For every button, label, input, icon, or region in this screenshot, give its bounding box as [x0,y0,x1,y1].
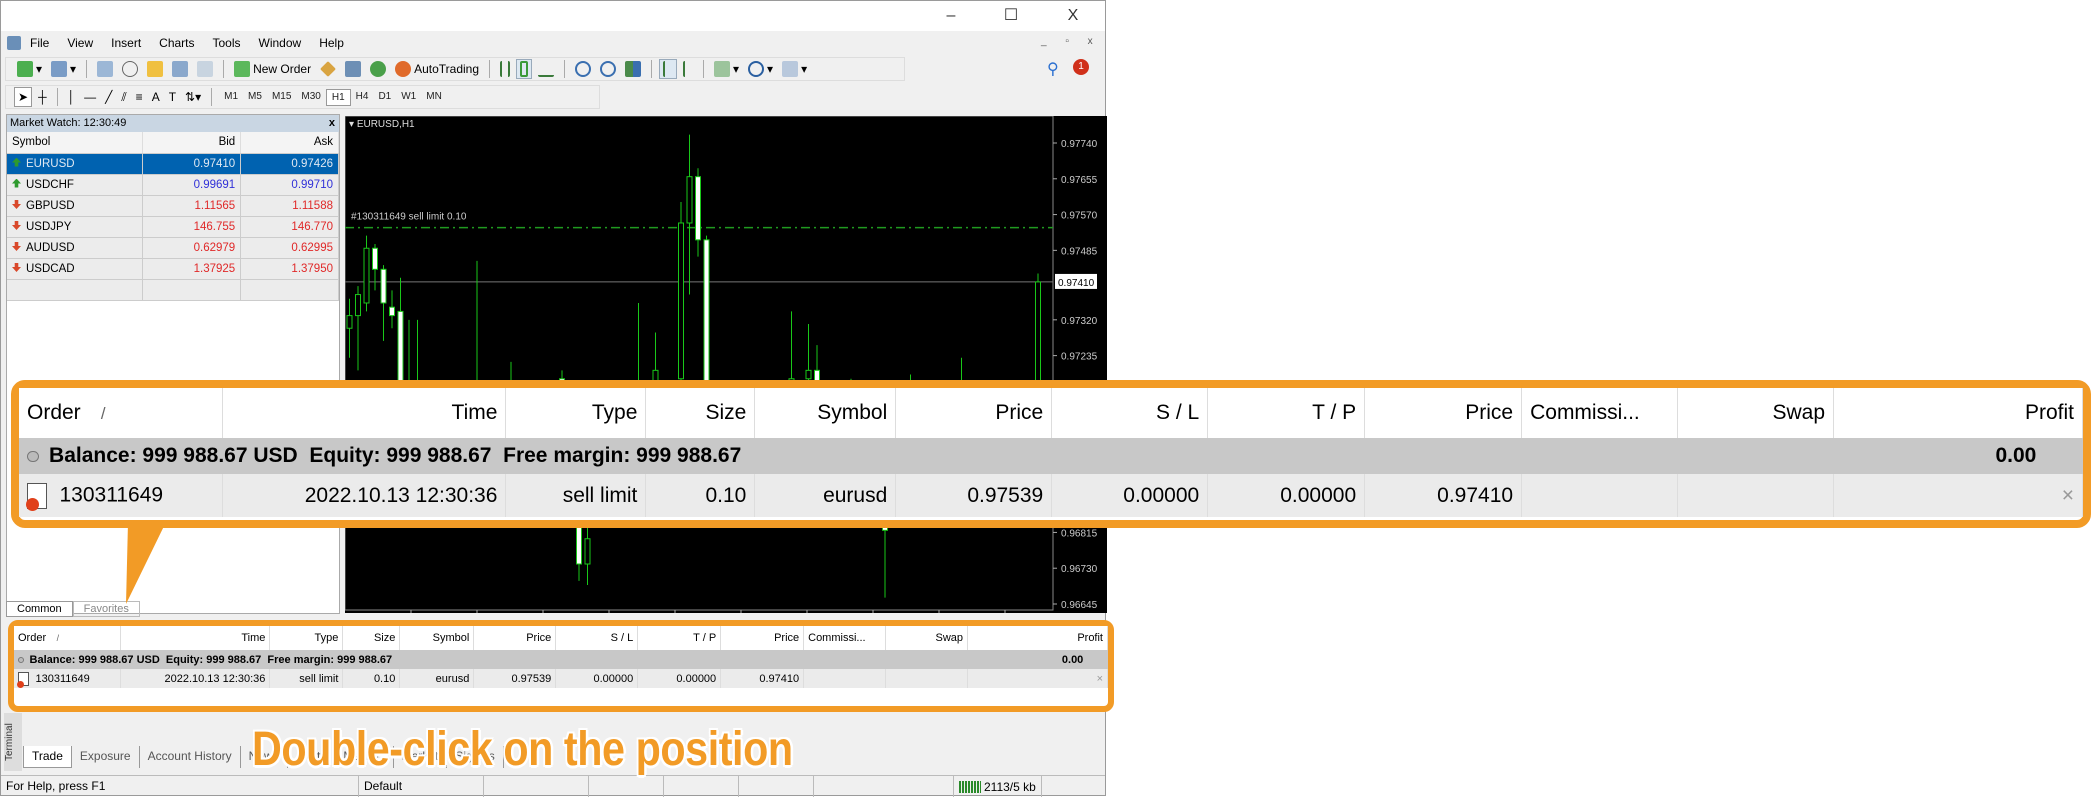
balance-summary: Balance: 999 988.67 USD Equity: 999 988.… [19,438,1834,474]
column-label: Type [591,401,638,424]
cur-price-value: 0.97410 [1437,483,1514,507]
column-label: Size [705,401,747,424]
price-value: 0.97539 [967,483,1044,507]
sort-indicator-icon: / [100,404,106,423]
balance-text: Balance: 999 988.67 USD Equity: 999 988.… [49,444,742,467]
column-label: T / P [1312,401,1357,424]
price-cell: 0.97539 [895,474,1053,517]
column-label: Profit [2024,401,2074,424]
column-label: Symbol [817,401,888,424]
pending-order-icon [26,482,47,511]
column-label: Price [995,401,1044,424]
column-cur-price[interactable]: Price [1364,388,1523,438]
column-order[interactable]: Order / [19,388,224,438]
order-cell: 130311649 [19,474,224,517]
type-value: sell limit [562,483,638,507]
column-label: Time [451,401,498,424]
balance-profit: 0.00 [1833,438,2083,474]
column-label: Swap [1772,401,1825,424]
swap-cell [1677,474,1834,517]
column-commission[interactable]: Commissi... [1521,388,1679,438]
time-value: 2022.10.13 12:30:36 [304,483,498,507]
order-row[interactable]: 130311649 2022.10.13 12:30:36 sell limit 0.… [19,474,2083,517]
commission-cell [1521,474,1679,517]
type-cell: sell limit [505,474,647,517]
symbol-value: eurusd [823,483,888,507]
close-order-icon[interactable]: × [2062,484,2074,507]
orders-table-zoomed: Order / Time Type Size Symbol Price S / L T / P P… [19,388,2083,517]
sl-cell: 0.00000 [1051,474,1209,517]
symbol-cell: eurusd [754,474,897,517]
column-tp[interactable]: T / P [1207,388,1366,438]
size-cell: 0.10 [645,474,756,517]
tp-cell: 0.00000 [1207,474,1366,517]
callout-arrow [126,522,166,604]
column-price[interactable]: Price [895,388,1053,438]
column-label: S / L [1155,401,1200,424]
column-label: Price [1465,401,1514,424]
cur-price-cell: 0.97410 [1364,474,1523,517]
header-row: Order / Time Type Size Symbol Price S / L T / P P… [19,388,2083,438]
column-profit[interactable]: Profit [1833,388,2083,438]
profit-cell: × [1833,474,2083,517]
column-label: Order [27,401,81,424]
balance-icon [27,450,39,463]
sl-value: 0.00000 [1123,483,1200,507]
column-type[interactable]: Type [505,388,647,438]
column-size[interactable]: Size [645,388,756,438]
size-value: 0.10 [705,483,747,507]
balance-row: Balance: 999 988.67 USD Equity: 999 988.… [19,438,2083,474]
time-cell: 2022.10.13 12:30:36 [222,474,507,517]
instruction-caption: Double-click on the position [252,723,793,776]
column-sl[interactable]: S / L [1051,388,1209,438]
column-time[interactable]: Time [222,388,507,438]
column-symbol[interactable]: Symbol [754,388,897,438]
order-value: 130311649 [59,483,164,507]
tp-value: 0.00000 [1280,483,1357,507]
column-swap[interactable]: Swap [1677,388,1834,438]
orders-zoom-callout: Order / Time Type Size Symbol Price S / L T / P P… [11,380,2091,528]
column-label: Commissi... [1530,401,1640,424]
